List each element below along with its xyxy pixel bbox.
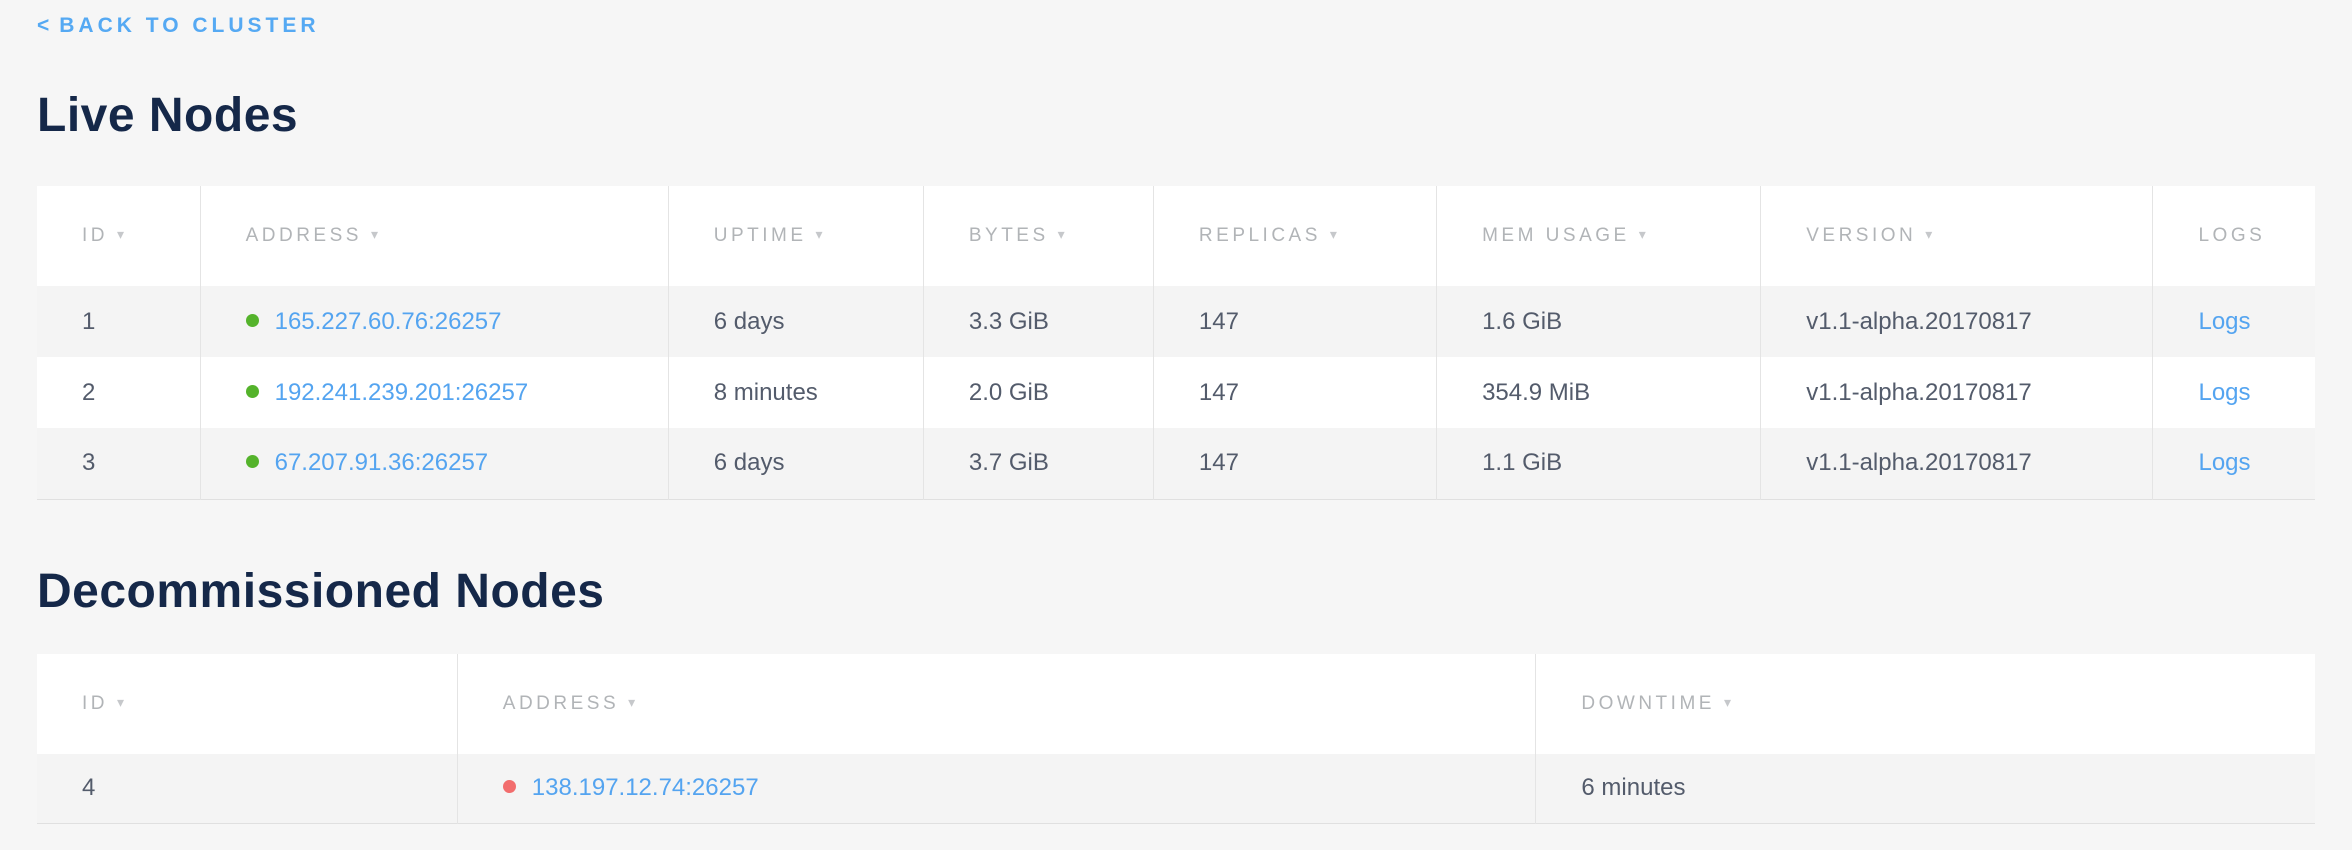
sort-arrow-icon: ▾ [371, 226, 378, 242]
back-link-label: BACK TO CLUSTER [59, 14, 319, 37]
col-header-downtime[interactable]: DOWNTIME ▾ [1536, 654, 2315, 754]
node-logs-cell: Logs [2153, 286, 2315, 357]
node-bytes-cell: 2.0 GiB [923, 357, 1153, 428]
node-live-dot-icon [246, 314, 259, 327]
table-row: 4 138.197.12.74:26257 6 minutes [37, 754, 2315, 824]
node-uptime-cell: 8 minutes [668, 357, 923, 428]
logs-link[interactable]: Logs [2198, 379, 2250, 406]
col-header-id[interactable]: ID ▾ [37, 654, 457, 754]
col-header-replicas[interactable]: REPLICAS ▾ [1153, 186, 1436, 286]
node-mem-usage-cell: 1.1 GiB [1437, 428, 1761, 499]
node-id-cell: 2 [37, 357, 200, 428]
node-mem-usage-cell: 354.9 MiB [1437, 357, 1761, 428]
node-logs-cell: Logs [2153, 357, 2315, 428]
node-logs-cell: Logs [2153, 428, 2315, 499]
node-id-cell: 4 [37, 754, 457, 824]
node-version-cell: v1.1-alpha.20170817 [1761, 357, 2153, 428]
node-mem-usage-cell: 1.6 GiB [1437, 286, 1761, 357]
page-content: < BACK TO CLUSTER Live Nodes ID ▾ ADDRESS ▾… [0, 0, 2352, 824]
sort-arrow-icon: ▾ [1330, 226, 1337, 242]
sort-arrow-icon: ▾ [1724, 694, 1731, 710]
node-address-link[interactable]: 138.197.12.74:26257 [532, 774, 759, 801]
sort-arrow-icon: ▾ [1058, 226, 1065, 242]
node-address-link[interactable]: 192.241.239.201:26257 [275, 379, 529, 406]
logs-link[interactable]: Logs [2198, 308, 2250, 335]
node-address-cell: 138.197.12.74:26257 [457, 754, 1536, 824]
back-chevron-icon: < [37, 14, 49, 37]
sort-arrow-icon: ▾ [117, 694, 124, 710]
col-header-logs: LOGS [2153, 186, 2315, 286]
sort-arrow-icon: ▾ [1639, 226, 1646, 242]
decommissioned-nodes-title: Decommissioned Nodes [37, 568, 2315, 616]
table-row: 3 67.207.91.36:26257 6 days 3.7 GiB 147 … [37, 428, 2315, 499]
table-row: 1 165.227.60.76:26257 6 days 3.3 GiB 147… [37, 286, 2315, 357]
node-id-cell: 3 [37, 428, 200, 499]
node-version-cell: v1.1-alpha.20170817 [1761, 286, 2153, 357]
logs-link[interactable]: Logs [2198, 449, 2250, 476]
col-header-address[interactable]: ADDRESS ▾ [200, 186, 668, 286]
node-bytes-cell: 3.3 GiB [923, 286, 1153, 357]
col-header-label: LOGS [2198, 225, 2265, 246]
table-row: 2 192.241.239.201:26257 8 minutes 2.0 Gi… [37, 357, 2315, 428]
col-header-label: ADDRESS [246, 225, 362, 246]
sort-arrow-icon: ▾ [117, 226, 124, 242]
col-header-mem-usage[interactable]: MEM USAGE ▾ [1437, 186, 1761, 286]
node-address-cell: 192.241.239.201:26257 [200, 357, 668, 428]
decommissioned-nodes-table: ID ▾ ADDRESS ▾ DOWNTIME ▾ 4 138.197.12.74:2… [37, 654, 2315, 825]
col-header-label: BYTES [969, 225, 1049, 246]
node-id-cell: 1 [37, 286, 200, 357]
col-header-label: ID [82, 225, 108, 246]
node-version-cell: v1.1-alpha.20170817 [1761, 428, 2153, 499]
sort-arrow-icon: ▾ [1925, 226, 1932, 242]
node-replicas-cell: 147 [1153, 357, 1436, 428]
col-header-label: ID [82, 693, 108, 714]
col-header-label: REPLICAS [1199, 225, 1321, 246]
col-header-label: DOWNTIME [1581, 693, 1715, 714]
header-row: ID ▾ ADDRESS ▾ UPTIME ▾ BYTES ▾ REPLICAS ▾ ME… [37, 186, 2315, 286]
live-nodes-body: 1 165.227.60.76:26257 6 days 3.3 GiB 147… [37, 286, 2315, 499]
col-header-address[interactable]: ADDRESS ▾ [457, 654, 1536, 754]
back-to-cluster-link[interactable]: < BACK TO CLUSTER [37, 14, 320, 38]
sort-arrow-icon: ▾ [628, 694, 635, 710]
node-live-dot-icon [246, 385, 259, 398]
node-uptime-cell: 6 days [668, 286, 923, 357]
node-dead-dot-icon [503, 780, 516, 793]
node-address-link[interactable]: 165.227.60.76:26257 [275, 308, 502, 335]
live-nodes-table: ID ▾ ADDRESS ▾ UPTIME ▾ BYTES ▾ REPLICAS ▾ ME… [37, 186, 2315, 500]
col-header-label: MEM USAGE [1482, 225, 1630, 246]
node-address-cell: 165.227.60.76:26257 [200, 286, 668, 357]
decommissioned-nodes-body: 4 138.197.12.74:26257 6 minutes [37, 754, 2315, 824]
col-header-bytes[interactable]: BYTES ▾ [923, 186, 1153, 286]
node-bytes-cell: 3.7 GiB [923, 428, 1153, 499]
col-header-label: VERSION [1806, 225, 1916, 246]
node-downtime-cell: 6 minutes [1536, 754, 2315, 824]
sort-arrow-icon: ▾ [816, 226, 823, 242]
header-row: ID ▾ ADDRESS ▾ DOWNTIME ▾ [37, 654, 2315, 754]
node-uptime-cell: 6 days [668, 428, 923, 499]
node-live-dot-icon [246, 455, 259, 468]
col-header-label: ADDRESS [503, 693, 619, 714]
col-header-version[interactable]: VERSION ▾ [1761, 186, 2153, 286]
decommissioned-nodes-header: ID ▾ ADDRESS ▾ DOWNTIME ▾ [37, 654, 2315, 754]
node-replicas-cell: 147 [1153, 428, 1436, 499]
node-address-link[interactable]: 67.207.91.36:26257 [275, 449, 489, 476]
node-replicas-cell: 147 [1153, 286, 1436, 357]
col-header-id[interactable]: ID ▾ [37, 186, 200, 286]
col-header-uptime[interactable]: UPTIME ▾ [668, 186, 923, 286]
col-header-label: UPTIME [714, 225, 807, 246]
node-address-cell: 67.207.91.36:26257 [200, 428, 668, 499]
live-nodes-title: Live Nodes [37, 92, 2315, 140]
live-nodes-header: ID ▾ ADDRESS ▾ UPTIME ▾ BYTES ▾ REPLICAS ▾ ME… [37, 186, 2315, 286]
